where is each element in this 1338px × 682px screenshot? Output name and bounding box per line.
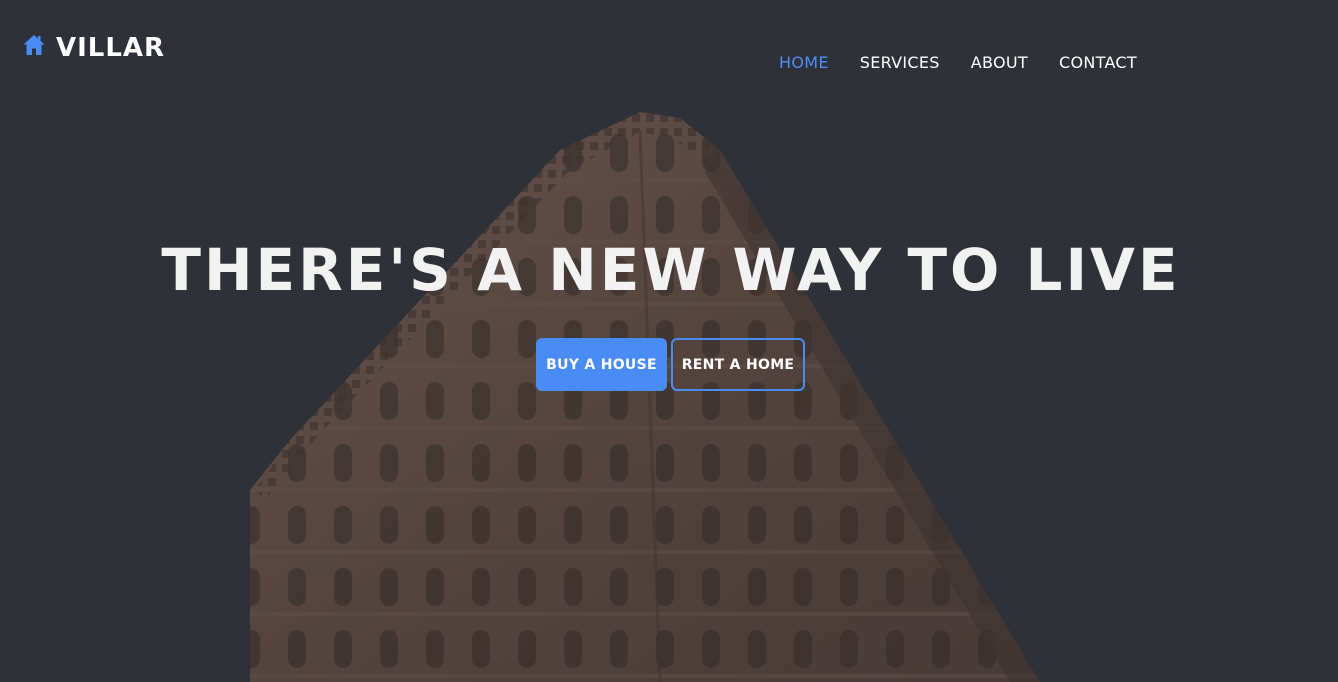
nav-link-contact[interactable]: CONTACT [1059,53,1137,72]
hero-headline: THERE'S A NEW WAY TO LIVE [161,236,1181,304]
brand-name: VILLAR [56,33,166,63]
hero-cta-group: BUY A HOUSE RENT A HOME [536,338,805,391]
main-navigation: HOME SERVICES ABOUT CONTACT [779,53,1137,72]
nav-link-home[interactable]: HOME [779,53,829,72]
buy-a-house-button[interactable]: BUY A HOUSE [536,338,667,391]
rent-a-home-button[interactable]: RENT A HOME [671,338,805,391]
home-icon [23,35,45,55]
hero-section: VILLAR HOME SERVICES ABOUT CONTACT THERE… [0,0,1338,682]
nav-link-services[interactable]: SERVICES [860,53,940,72]
nav-link-about[interactable]: ABOUT [971,53,1028,72]
brand-logo[interactable]: VILLAR [22,32,165,67]
